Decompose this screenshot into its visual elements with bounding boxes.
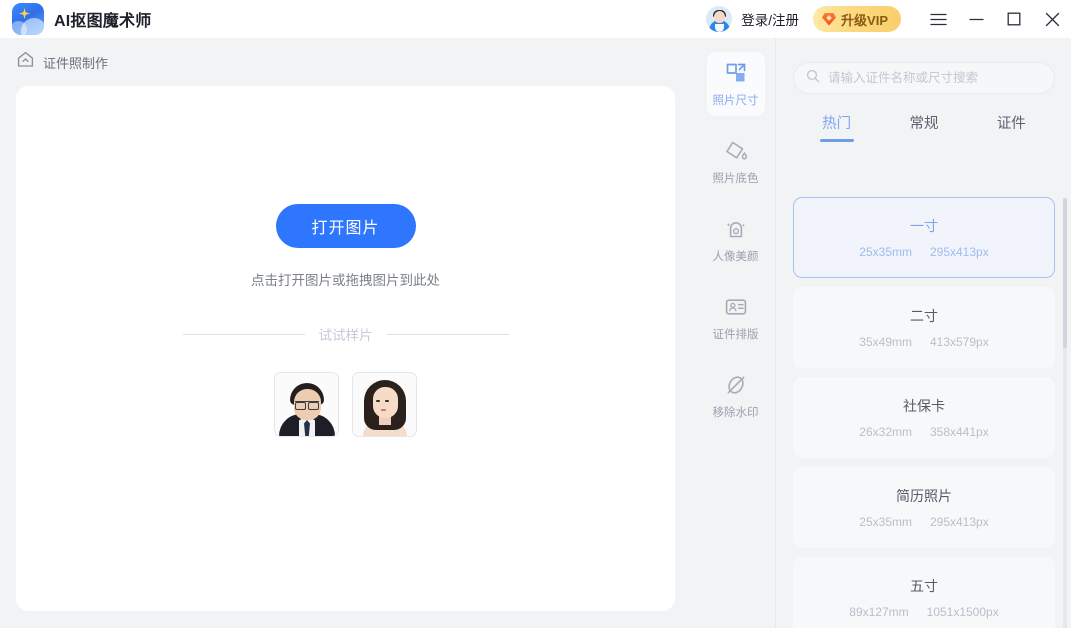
scrollbar-thumb[interactable]	[1063, 198, 1067, 348]
sample-divider: 试试样片	[182, 324, 509, 344]
search-icon	[806, 69, 820, 88]
image-drop-canvas[interactable]: 打开图片 点击打开图片或拖拽图片到此处 试试样片	[16, 86, 675, 611]
search-box[interactable]	[793, 62, 1055, 94]
size-panel: 热门 常规 证件 一寸 25x35mm 295x413px 二寸 35x49mm…	[777, 38, 1071, 628]
login-register-link[interactable]: 登录/注册	[741, 9, 799, 29]
rail-item-portrait-beauty[interactable]: 人像美颜	[707, 208, 765, 272]
sample-face	[372, 387, 398, 418]
size-card-px: 413x579px	[929, 335, 989, 349]
maximize-icon[interactable]	[995, 0, 1033, 38]
rail-item-id-layout[interactable]: 证件排版	[707, 286, 765, 350]
upgrade-vip-button[interactable]: 升级VIP	[813, 6, 901, 32]
size-card-px: 295x413px	[929, 515, 989, 529]
rail-label-remove-watermark: 移除水印	[712, 406, 759, 419]
window-buttons	[919, 0, 1071, 38]
app-title: AI抠图魔术师	[54, 13, 152, 30]
divider-line-right	[386, 333, 509, 335]
size-card-mm: 35x49mm	[859, 335, 912, 349]
remove-watermark-icon	[724, 373, 748, 397]
open-image-button[interactable]: 打开图片	[275, 204, 416, 248]
tab-certificate[interactable]: 证件	[968, 112, 1055, 142]
tab-regular[interactable]: 常规	[880, 112, 967, 142]
gem-icon	[822, 12, 837, 26]
size-card-dimensions: 35x49mm 413x579px	[859, 335, 988, 349]
size-card-px: 358x441px	[929, 425, 989, 439]
size-card-mm: 25x35mm	[859, 245, 912, 259]
titlebar-right-controls: 登录/注册 升级VIP	[706, 0, 1071, 38]
app-window: AI抠图魔术师 登录/注册 升级VIP 证件照制作 打开图片 点击打开图片或拖拽…	[0, 0, 1071, 628]
sample-eye-left	[376, 400, 380, 402]
size-card-dimensions: 25x35mm 295x413px	[859, 245, 988, 259]
drop-hint-text: 点击打开图片或拖拽图片到此处	[251, 273, 440, 288]
size-card-dimensions: 89x127mm 1051x1500px	[849, 605, 998, 619]
rail-item-remove-watermark[interactable]: 移除水印	[707, 364, 765, 428]
id-layout-icon	[724, 295, 748, 319]
rail-label-photo-size: 照片尺寸	[712, 94, 759, 107]
upgrade-vip-label: 升级VIP	[841, 12, 888, 28]
size-card-mm: 89x127mm	[849, 605, 909, 619]
size-card-list[interactable]: 一寸 25x35mm 295x413px 二寸 35x49mm 413x579p…	[777, 193, 1071, 628]
size-card-px: 1051x1500px	[926, 605, 999, 619]
avatar-head	[713, 11, 725, 23]
portrait-beauty-icon	[724, 217, 748, 241]
search-input[interactable]	[828, 71, 1042, 85]
female-id-photo-sample[interactable]	[352, 372, 417, 437]
size-list-scrollbar[interactable]	[1063, 198, 1067, 628]
sample-thumbnails	[274, 372, 417, 437]
rail-label-photo-background: 照片底色	[712, 172, 759, 185]
size-card-dimensions: 25x35mm 295x413px	[859, 515, 988, 529]
size-card-five-inch[interactable]: 五寸 89x127mm 1051x1500px	[793, 557, 1055, 628]
divider-line-left	[182, 333, 305, 335]
size-card-dimensions: 26x32mm 358x441px	[859, 425, 988, 439]
rail-item-photo-size[interactable]: 照片尺寸	[706, 52, 765, 116]
app-logo-sparkle-icon	[12, 3, 44, 35]
breadcrumb-label: 证件照制作	[43, 55, 109, 71]
size-card-name: 二寸	[910, 308, 938, 324]
tool-rail: 照片尺寸 照片底色 人像美颜 证件排版 移除水印	[696, 38, 776, 628]
avatar[interactable]	[706, 6, 733, 32]
rail-label-id-layout: 证件排版	[712, 328, 759, 341]
home-icon[interactable]	[16, 50, 35, 74]
divider-label: 试试样片	[318, 328, 373, 343]
sparkle-glyph	[19, 8, 30, 19]
male-id-photo-sample[interactable]	[274, 372, 339, 437]
paint-bucket-icon	[724, 139, 748, 163]
hamburger-menu-icon[interactable]	[919, 0, 957, 38]
size-card-px: 295x413px	[929, 245, 989, 259]
size-card-one-inch[interactable]: 一寸 25x35mm 295x413px	[793, 197, 1055, 278]
size-card-name: 五寸	[910, 578, 938, 594]
tab-hot[interactable]: 热门	[793, 112, 880, 142]
close-icon[interactable]	[1033, 0, 1071, 38]
size-card-name: 简历照片	[896, 488, 952, 504]
size-card-social-security[interactable]: 社保卡 26x32mm 358x441px	[793, 377, 1055, 458]
sample-eye-right	[385, 400, 389, 402]
rail-label-portrait-beauty: 人像美颜	[712, 250, 759, 263]
app-brand: AI抠图魔术师	[12, 3, 151, 35]
size-card-mm: 25x35mm	[859, 515, 912, 529]
size-card-mm: 26x32mm	[859, 425, 912, 439]
minimize-icon[interactable]	[957, 0, 995, 38]
size-card-name: 社保卡	[903, 398, 945, 414]
avatar-collar	[714, 24, 724, 32]
photo-size-icon	[724, 61, 748, 85]
size-card-name: 一寸	[910, 218, 938, 234]
size-card-resume-photo[interactable]: 简历照片 25x35mm 295x413px	[793, 467, 1055, 548]
title-bar: AI抠图魔术师 登录/注册 升级VIP	[0, 0, 1071, 38]
rail-item-photo-background[interactable]: 照片底色	[707, 130, 765, 194]
category-tabs: 热门 常规 证件	[793, 112, 1055, 142]
sample-glasses	[295, 401, 319, 410]
size-card-two-inch[interactable]: 二寸 35x49mm 413x579px	[793, 287, 1055, 368]
